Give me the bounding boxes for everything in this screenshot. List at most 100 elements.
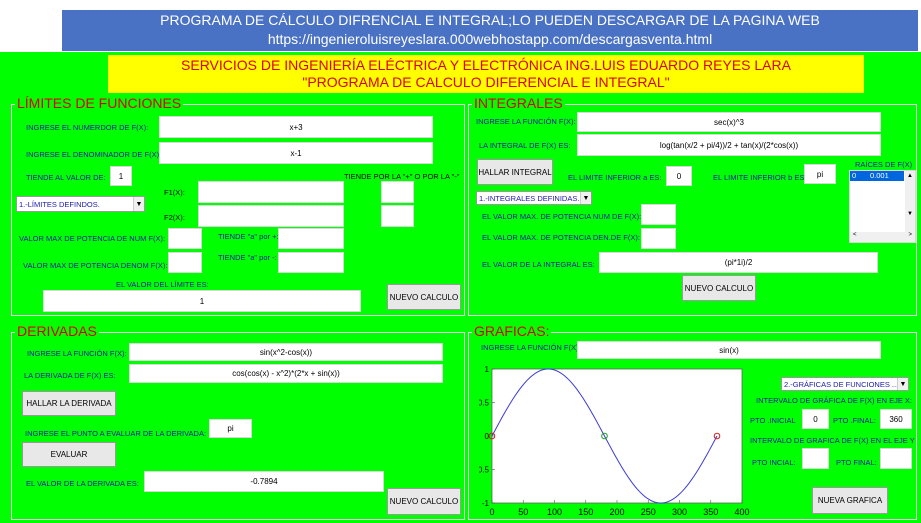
max-num-input[interactable] bbox=[168, 228, 202, 249]
plot-area bbox=[491, 368, 743, 504]
roots-row-index: 0 bbox=[852, 171, 857, 180]
x-tick-label: 400 bbox=[734, 507, 749, 517]
x-interval-label: INTERVALO DE GRÁFICA DE F(X) EN EJE X: bbox=[756, 396, 913, 405]
find-integral-button[interactable]: HALLAR INTEGRAL bbox=[477, 159, 553, 185]
y-tick-label: 0.5 bbox=[479, 399, 490, 408]
y-interval-label: INTERVALO DE GRAFICA DE F(X) EN EL EJE Y bbox=[750, 436, 915, 445]
y-tick-label: -0.5 bbox=[479, 466, 490, 475]
header-line2: "PROGRAMA DE CALCULO DIFERENCIAL E INTEG… bbox=[302, 74, 670, 90]
der-point-input[interactable]: pi bbox=[209, 419, 252, 438]
f2-input[interactable] bbox=[198, 205, 344, 227]
der-result-output: -0.7894 bbox=[144, 471, 384, 492]
x-tick-label: 300 bbox=[672, 507, 687, 517]
limits-panel: LÍMITES DE FUNCIONES INGRESE EL NUMERDOR… bbox=[11, 95, 465, 316]
int-max-num-input[interactable] bbox=[641, 204, 676, 225]
chevron-down-icon[interactable]: ▼ bbox=[897, 378, 908, 390]
y-end-input[interactable] bbox=[880, 448, 912, 469]
tends-label: TIENDE AL VALOR DE: bbox=[26, 173, 106, 182]
side-label: TIENDE POR LA "+" O POR LA "-" bbox=[344, 172, 460, 181]
limit-result-label: EL VALOR DEL LÍMITE ES: bbox=[116, 280, 209, 289]
graphs-panel: GRAFICAS: INGRESE LA FUNCIÓN F(X): sin(x… bbox=[468, 323, 917, 520]
x-start-input[interactable]: 0 bbox=[802, 409, 829, 429]
tends-input[interactable]: 1 bbox=[110, 166, 132, 186]
app-header: SERVICIOS DE INGENIERÍA ELÉCTRICA Y ELEC… bbox=[108, 55, 864, 93]
int-result-label: EL VALOR DE LA INTEGRAL ES: bbox=[482, 260, 595, 269]
y-start-label: PTO INCIAL: bbox=[752, 458, 796, 467]
new-graph-button[interactable]: NUEVA GRAFICA bbox=[812, 487, 888, 514]
numerator-input[interactable]: x+3 bbox=[159, 116, 433, 138]
max-num-label: VALOR MAX DE POTENCIA DE NUM F(X): bbox=[19, 234, 166, 243]
banner-line1: PROGRAMA DE CÁLCULO DIFRENCIAL E INTEGRA… bbox=[160, 12, 820, 28]
y-end-label: PTO FINAL: bbox=[836, 458, 877, 467]
find-derivative-button[interactable]: HALLAR LA DERIVADA bbox=[22, 391, 116, 416]
x-tick-label: 150 bbox=[578, 507, 593, 517]
x-tick-label: 0 bbox=[489, 507, 494, 517]
x-tick-label: 100 bbox=[547, 507, 562, 517]
graphs-title: GRAFICAS: bbox=[472, 323, 552, 339]
roots-hscroll[interactable]: < > bbox=[850, 232, 915, 242]
chevron-down-icon[interactable]: ▼ bbox=[133, 197, 144, 211]
int-function-label: INGRESE LA FUNCIÓN F(X): bbox=[476, 117, 576, 126]
roots-row[interactable]: 0 0.001 bbox=[850, 171, 904, 181]
der-function-input[interactable]: sin(x^2-cos(x)) bbox=[129, 343, 443, 361]
y-start-input[interactable] bbox=[802, 448, 829, 469]
limits-mode-select[interactable]: 1.-LÍMITES DEFINDOS. ▼ bbox=[16, 196, 145, 212]
roots-row-value: 0.001 bbox=[870, 171, 889, 180]
tends-plus-input[interactable] bbox=[278, 228, 344, 249]
tends-minus-input[interactable] bbox=[278, 252, 344, 273]
der-derivative-label: LA DERIVADA DE F(X) ES: bbox=[24, 371, 116, 380]
der-point-label: INGRESE EL PUNTO A EVALUAR DE LA DERIVAD… bbox=[25, 429, 207, 438]
x-tick-label: 200 bbox=[609, 507, 624, 517]
limit-result-output: 1 bbox=[43, 290, 361, 312]
int-result-output: (pi*1i)/2 bbox=[599, 252, 878, 273]
x-start-label: PTO .INICIAL bbox=[750, 416, 796, 425]
x-tick-label: 250 bbox=[641, 507, 656, 517]
derivatives-new-button[interactable]: NUEVO CALCULO bbox=[387, 488, 461, 515]
side-input-1[interactable] bbox=[381, 181, 414, 203]
der-function-label: INGRESE LA FUNCIÓN F(X): bbox=[27, 349, 127, 358]
lower-limit-input[interactable]: 0 bbox=[666, 166, 692, 186]
integrals-new-button[interactable]: NUEVO CALCULO bbox=[682, 275, 756, 301]
x-tick-label: 350 bbox=[703, 507, 718, 517]
derivatives-title: DERIVADAS bbox=[15, 323, 99, 339]
evaluate-button[interactable]: EVALUAR bbox=[22, 442, 116, 467]
header-line1: SERVICIOS DE INGENIERÍA ELÉCTRICA Y ELEC… bbox=[181, 57, 791, 73]
denominator-input[interactable]: x-1 bbox=[159, 142, 433, 164]
banner-line2: https://ingenieroluisreyeslara.000webhos… bbox=[267, 31, 713, 47]
limits-new-button[interactable]: NUEVO CALCULO bbox=[387, 284, 461, 310]
roots-list[interactable]: 0 0.001 ▲ ▼ < > bbox=[849, 170, 916, 243]
chevron-down-icon[interactable]: ▼ bbox=[580, 192, 591, 204]
integrals-panel: INTEGRALES INGRESE LA FUNCIÓN F(X): sec(… bbox=[468, 95, 917, 316]
der-derivative-output: cos(cos(x) - x^2)*(2*x + sin(x)) bbox=[129, 364, 443, 383]
integrals-title: INTEGRALES bbox=[472, 95, 565, 111]
integrals-mode-select[interactable]: 1.-INTEGRALES DEFINIDAS. ▼ bbox=[476, 191, 592, 205]
x-end-input[interactable]: 360 bbox=[880, 409, 912, 429]
y-tick-label: -1 bbox=[482, 499, 490, 508]
upper-limit-input[interactable]: pi bbox=[804, 164, 836, 184]
side-input-2[interactable] bbox=[381, 205, 414, 227]
f1-input[interactable] bbox=[198, 181, 344, 203]
int-max-den-label: EL VALOR MAX. DE POTENCIA DEN.DE F(X): bbox=[482, 233, 640, 242]
y-tick-label: 1 bbox=[485, 365, 490, 374]
integrals-mode-value: 1.-INTEGRALES DEFINIDAS. bbox=[479, 193, 580, 203]
denominator-label: INGRESE EL DENOMINADOR DE F(X): bbox=[26, 150, 162, 159]
roots-label: RAÍCES DE F(X) bbox=[855, 160, 913, 169]
max-den-input[interactable] bbox=[168, 252, 202, 273]
int-integral-output: log(tan(x/2 + pi/4))/2 + tan(x)/(2*cos(x… bbox=[577, 134, 881, 156]
function-plot: 050100150200250300350400 10.50-0.5-1 bbox=[479, 365, 750, 517]
graphs-mode-value: 2.-GRÁFICAS DE FUNCIONES ... bbox=[784, 379, 899, 389]
f1-label: F1(X): bbox=[164, 188, 185, 197]
der-result-label: EL VALOR DE LA DERIVADA ES: bbox=[26, 479, 139, 488]
limits-mode-value: 1.-LÍMITES DEFINDOS. bbox=[19, 199, 100, 209]
graphs-mode-select[interactable]: 2.-GRÁFICAS DE FUNCIONES ... ▼ bbox=[781, 377, 909, 391]
limits-title: LÍMITES DE FUNCIONES bbox=[15, 95, 184, 111]
graph-function-input[interactable]: sin(x) bbox=[577, 341, 881, 359]
graph-function-label: INGRESE LA FUNCIÓN F(X): bbox=[481, 343, 581, 352]
top-banner: PROGRAMA DE CÁLCULO DIFRENCIAL E INTEGRA… bbox=[62, 10, 918, 51]
int-max-den-input[interactable] bbox=[641, 228, 676, 249]
lower-limit-label: EL LIMITE INFERIOR a ES: bbox=[568, 173, 662, 182]
upper-limit-label: EL LIMITE INFERIOR b ES: bbox=[713, 173, 807, 182]
roots-vscroll[interactable]: ▲ ▼ bbox=[905, 171, 915, 233]
int-function-input[interactable]: sec(x)^3 bbox=[577, 112, 881, 132]
int-max-num-label: EL VALOR MAX. DE POTENCIA NUM DE F(X): bbox=[482, 212, 642, 221]
